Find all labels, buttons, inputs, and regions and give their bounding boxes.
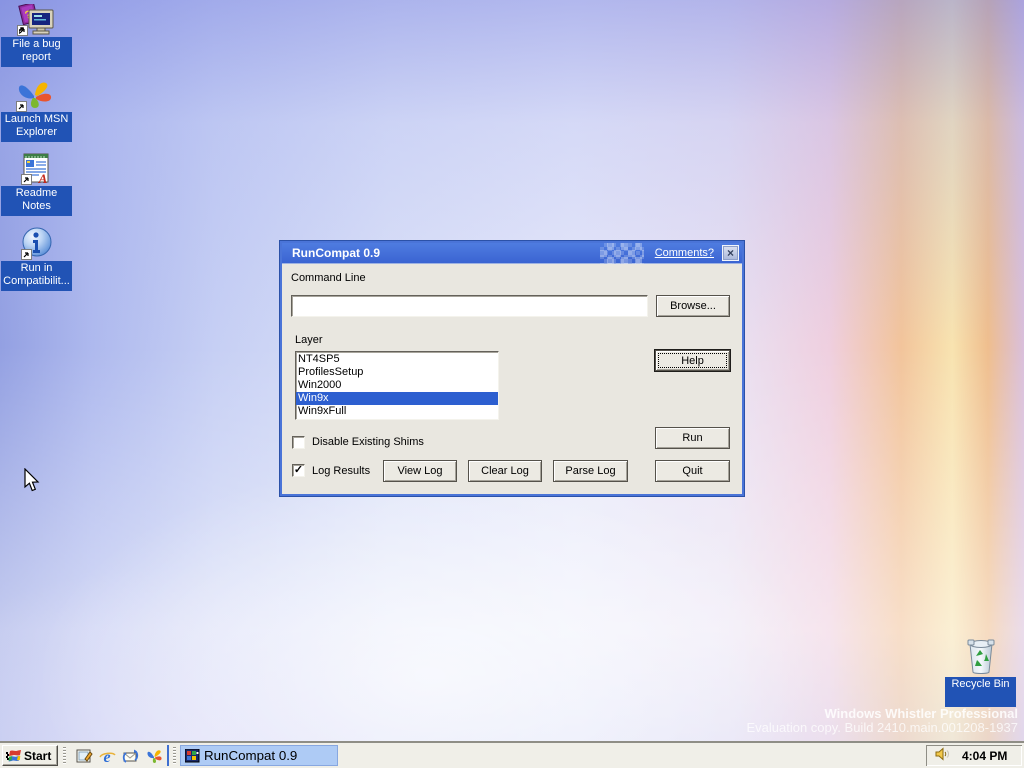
watermark-line1: Windows Whistler Professional — [824, 706, 1018, 721]
layer-option-nt4sp5[interactable]: NT4SP5 — [296, 353, 498, 366]
desktop-icon-label[interactable]: Recycle Bin — [945, 677, 1016, 707]
disable-shims-label[interactable]: Disable Existing Shims — [312, 436, 424, 448]
desktop-icon-recycle-bin[interactable]: Recycle Bin — [944, 636, 1018, 707]
desktop-icon-readme-notes[interactable]: A Readme Notes — [0, 150, 74, 216]
taskbar-button-runcompat[interactable]: RunCompat 0.9 — [180, 745, 338, 766]
runcompat-app-icon — [185, 748, 200, 762]
info-icon[interactable] — [21, 226, 53, 260]
msn-butterfly-icon[interactable] — [16, 78, 58, 112]
recycle-bin-icon[interactable] — [962, 636, 1000, 676]
msn-icon[interactable] — [146, 748, 163, 765]
shortcut-arrow-icon — [17, 25, 28, 36]
desktop-icon-run-in-compatibility[interactable]: Run in Compatibilit... — [0, 226, 74, 291]
layer-label: Layer — [295, 334, 323, 346]
show-desktop-icon[interactable] — [76, 748, 93, 765]
svg-text:e: e — [103, 749, 110, 765]
toolbar-separator — [167, 745, 169, 766]
volume-icon[interactable] — [934, 746, 952, 765]
browse-button[interactable]: Browse... — [656, 295, 730, 317]
help-button[interactable]: Help — [655, 350, 730, 371]
start-button[interactable]: Start — [2, 745, 58, 766]
dialog-titlebar[interactable]: RunCompat 0.9 Comments? × — [282, 243, 742, 264]
internet-explorer-icon[interactable]: e — [99, 748, 116, 766]
desktop-icon-label[interactable]: Run in Compatibilit... — [1, 261, 72, 291]
desktop-icon-label[interactable]: File a bug report — [1, 37, 72, 67]
desktop-icon-label[interactable]: Launch MSN Explorer — [1, 112, 72, 142]
layer-option-win9xfull[interactable]: Win9xFull — [296, 405, 498, 418]
build-watermark: Windows Whistler Professional Evaluation… — [746, 707, 1018, 735]
run-button[interactable]: Run — [655, 427, 730, 449]
parse-log-button[interactable]: Parse Log — [553, 460, 628, 482]
runcompat-dialog: RunCompat 0.9 Comments? × Command Line B… — [279, 240, 745, 497]
taskbar: Start e RunCompat 0.9 4:04 PM — [0, 741, 1024, 768]
shortcut-arrow-icon — [21, 174, 32, 185]
desktop-icon-file-a-bug-report[interactable]: ? File a bug report — [0, 1, 74, 67]
shortcut-arrow-icon — [16, 101, 27, 112]
watermark-line2: Evaluation copy. Build 2410.main.001208-… — [746, 720, 1018, 735]
dialog-body: Command Line Browse... Layer NT4SP5 Profi… — [282, 264, 742, 494]
command-line-label: Command Line — [291, 272, 366, 284]
comments-link[interactable]: Comments? — [655, 247, 714, 259]
notepad-icon[interactable]: A — [21, 150, 53, 186]
layer-listbox[interactable]: NT4SP5 ProfilesSetup Win2000 Win9x Win9xFull — [295, 351, 499, 420]
toolbar-drag-handle[interactable] — [63, 747, 66, 765]
clear-log-button[interactable]: Clear Log — [468, 460, 542, 482]
quit-button[interactable]: Quit — [655, 460, 730, 482]
clock[interactable]: 4:04 PM — [962, 749, 1007, 763]
system-tray: 4:04 PM — [926, 745, 1022, 766]
outlook-express-icon[interactable] — [122, 748, 139, 765]
view-log-button[interactable]: View Log — [383, 460, 457, 482]
log-results-checkbox[interactable]: ✓ — [292, 464, 305, 477]
close-icon[interactable]: × — [722, 245, 739, 261]
layer-option-profilessetup[interactable]: ProfilesSetup — [296, 366, 498, 379]
log-results-label[interactable]: Log Results — [312, 465, 370, 477]
layer-option-win9x[interactable]: Win9x — [296, 392, 498, 405]
layer-option-win2000[interactable]: Win2000 — [296, 379, 498, 392]
start-label: Start — [24, 748, 52, 763]
desktop-icon-label[interactable]: Readme Notes — [1, 186, 72, 216]
desktop-icon-launch-msn-explorer[interactable]: Launch MSN Explorer — [0, 78, 74, 142]
svg-text:A: A — [38, 171, 48, 185]
command-line-input[interactable] — [291, 295, 648, 317]
toolbar-drag-handle[interactable] — [173, 747, 176, 765]
shortcut-arrow-icon — [21, 249, 32, 260]
disable-shims-checkbox[interactable] — [292, 436, 305, 449]
mouse-cursor — [24, 467, 42, 497]
dialog-title: RunCompat 0.9 — [292, 246, 381, 260]
titlebar-checker-pattern — [600, 243, 644, 264]
task-button-label: RunCompat 0.9 — [204, 748, 298, 763]
desktop: { "desktop": { "icons": [ { "name": "fil… — [0, 0, 1024, 768]
windows-flag-icon — [6, 749, 21, 761]
bug-report-icon[interactable]: ? — [17, 1, 57, 36]
